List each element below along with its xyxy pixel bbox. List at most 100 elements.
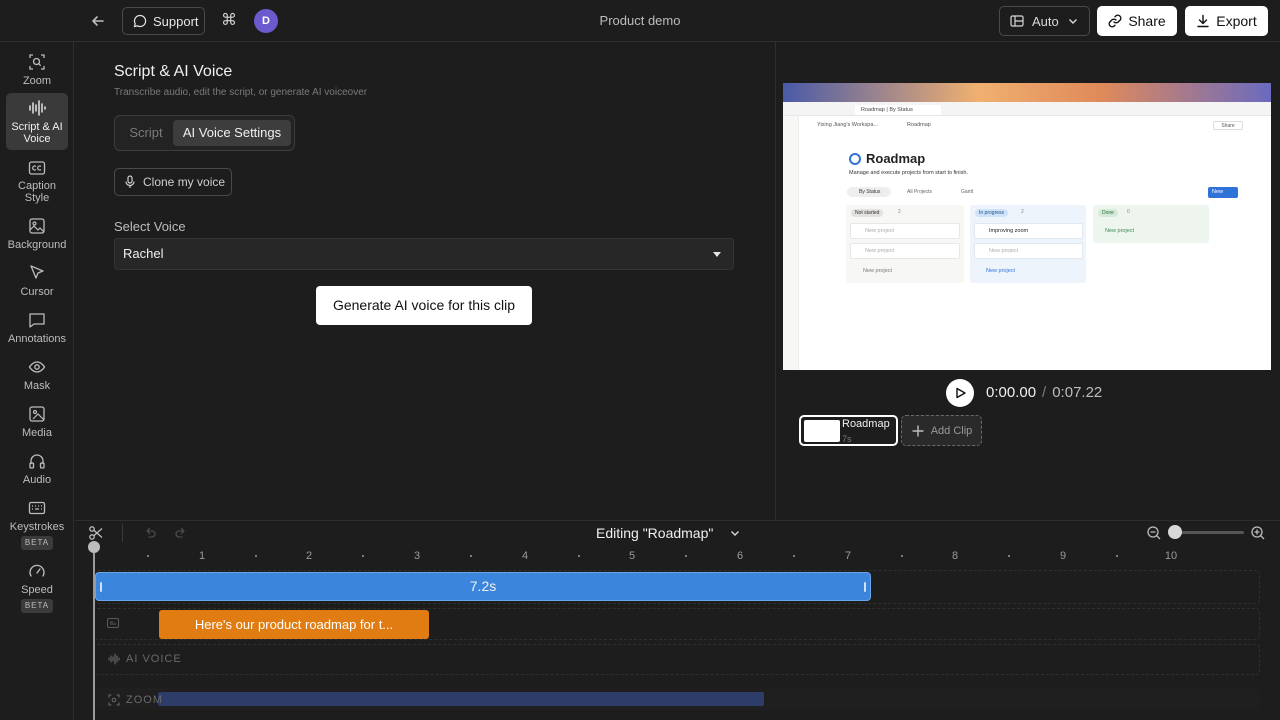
card: Improving zoom — [974, 223, 1083, 239]
headphones-icon — [29, 454, 45, 469]
playhead-line[interactable] — [93, 553, 95, 720]
sidebar-item-keystrokes[interactable]: Keystrokes BETA — [6, 499, 68, 551]
scissors-icon[interactable] — [88, 525, 104, 541]
ruler-tick: 4 — [521, 550, 529, 562]
status-count: 0 — [1127, 209, 1130, 215]
clone-voice-label: Clone my voice — [143, 175, 226, 189]
sidebar-item-audio[interactable]: Audio — [6, 452, 68, 488]
toolbar-divider — [122, 524, 123, 542]
sidebar-item-label: Caption Style — [18, 180, 56, 204]
playhead-handle[interactable] — [88, 541, 100, 553]
clip-handle-right[interactable] — [864, 582, 866, 592]
current-time: 0:00.00 — [986, 384, 1037, 401]
status-count: 2 — [1021, 209, 1024, 215]
timeline-zoom-knob[interactable] — [1168, 525, 1182, 539]
support-label: Support — [153, 13, 199, 29]
ruler-tick: 3 — [413, 550, 421, 562]
sidebar-item-script-ai-voice[interactable]: Script & AI Voice — [6, 93, 68, 150]
add-clip-button[interactable]: Add Clip — [901, 415, 982, 446]
ruler-dot — [362, 555, 364, 557]
clone-voice-button[interactable]: Clone my voice — [114, 168, 232, 196]
editing-clip-selector[interactable]: Editing "Roadmap" — [596, 525, 741, 541]
command-key-icon[interactable]: ⌘ — [219, 10, 239, 32]
project-title: Product demo — [599, 13, 681, 28]
sidebar-item-mask[interactable]: Mask — [6, 358, 68, 394]
ruler-tick: 2 — [305, 550, 313, 562]
recording-preview[interactable]: Roadmap | By Status Yixing Jiang's Works… — [783, 83, 1271, 370]
sidebar-item-background[interactable]: Background — [6, 217, 68, 253]
clip-thumbnail[interactable]: Roadmap 7s — [799, 415, 898, 446]
tab-script[interactable]: Script — [123, 120, 169, 146]
panel-title: Script & AI Voice — [114, 63, 233, 80]
script-voice-panel — [75, 42, 774, 520]
notion-sidebar — [783, 116, 799, 370]
chat-bubble-icon — [133, 14, 147, 28]
caption-clip[interactable]: Here's our product roadmap for t... — [159, 610, 429, 639]
sidebar-item-label: Speed — [21, 584, 53, 596]
sidebar-item-label: Mask — [23, 380, 51, 392]
sidebar-item-cursor[interactable]: Cursor — [6, 264, 68, 300]
zoom-icon — [108, 694, 120, 706]
microphone-icon — [124, 175, 136, 189]
sidebar-item-speed[interactable]: Speed BETA — [6, 562, 68, 614]
ai-voice-track-label: AI VOICE — [108, 653, 182, 665]
play-icon — [956, 387, 966, 399]
voice-select-value: Rachel — [123, 246, 164, 261]
wallpaper-strip — [783, 83, 1271, 102]
keyboard-icon — [28, 501, 46, 515]
select-voice-label: Select Voice — [114, 219, 186, 234]
browser-tab: Roadmap | By Status — [855, 105, 941, 115]
ruler-dot — [685, 555, 687, 557]
beta-badge: BETA — [20, 599, 54, 613]
sidebar-item-label: Annotations — [7, 333, 67, 345]
ai-voice-label: AI VOICE — [126, 653, 182, 665]
zoom-segment[interactable] — [158, 692, 764, 706]
ruler-dot — [1116, 555, 1118, 557]
video-clip[interactable]: 7.2s — [95, 572, 871, 601]
cursor-icon — [30, 265, 44, 279]
avatar[interactable]: D — [254, 9, 278, 33]
back-arrow-icon[interactable] — [88, 11, 108, 31]
voice-select[interactable]: Rachel — [114, 238, 734, 270]
support-button[interactable]: Support — [122, 7, 205, 35]
export-button[interactable]: Export — [1185, 6, 1268, 36]
sidebar-item-annotations[interactable]: Annotations — [6, 311, 68, 347]
image-icon — [29, 218, 45, 234]
tab-ai-voice-settings[interactable]: AI Voice Settings — [173, 120, 291, 146]
card: New project — [850, 223, 960, 239]
card: New project — [974, 243, 1083, 259]
undo-icon[interactable] — [143, 526, 157, 540]
zoom-out-icon[interactable] — [1146, 525, 1162, 541]
play-button[interactable] — [946, 379, 974, 407]
sidebar-item-label: Zoom — [22, 75, 52, 87]
roadmap-heading: Roadmap — [866, 151, 926, 166]
card: New project — [850, 243, 960, 259]
ruler-dot — [901, 555, 903, 557]
roadmap-description: Manage and execute projects from start t… — [849, 170, 968, 176]
sidebar-item-media[interactable]: Media — [6, 405, 68, 441]
media-icon — [29, 406, 45, 422]
voice-waveform-icon — [29, 100, 46, 116]
eye-icon — [28, 361, 46, 373]
download-icon — [1196, 14, 1210, 28]
sidebar-item-zoom[interactable]: Zoom — [6, 50, 68, 94]
sidebar-item-caption-style[interactable]: Caption Style — [6, 158, 68, 206]
generate-ai-voice-button[interactable]: Generate AI voice for this clip — [316, 286, 532, 325]
zoom-in-icon[interactable] — [1250, 525, 1266, 541]
ruler-tick: 7 — [844, 550, 852, 562]
aspect-auto-dropdown[interactable]: Auto — [999, 6, 1090, 36]
caret-down-icon — [713, 252, 721, 257]
layout-icon — [1010, 15, 1024, 27]
clip-handle-left[interactable] — [100, 582, 102, 592]
caption-icon — [28, 161, 46, 175]
add-card: New project — [986, 268, 1016, 274]
plus-icon — [912, 425, 924, 436]
sidebar-item-label: Cursor — [20, 286, 54, 298]
view-gantt: Gantt — [961, 189, 974, 195]
redo-icon[interactable] — [174, 526, 188, 540]
ruler-tick: 5 — [628, 550, 636, 562]
clip-preview-image — [804, 420, 840, 442]
sidebar-item-label: Script & AI Voice — [11, 121, 63, 145]
panel-subtitle: Transcribe audio, edit the script, or ge… — [114, 87, 368, 98]
share-button[interactable]: Share — [1097, 6, 1177, 36]
